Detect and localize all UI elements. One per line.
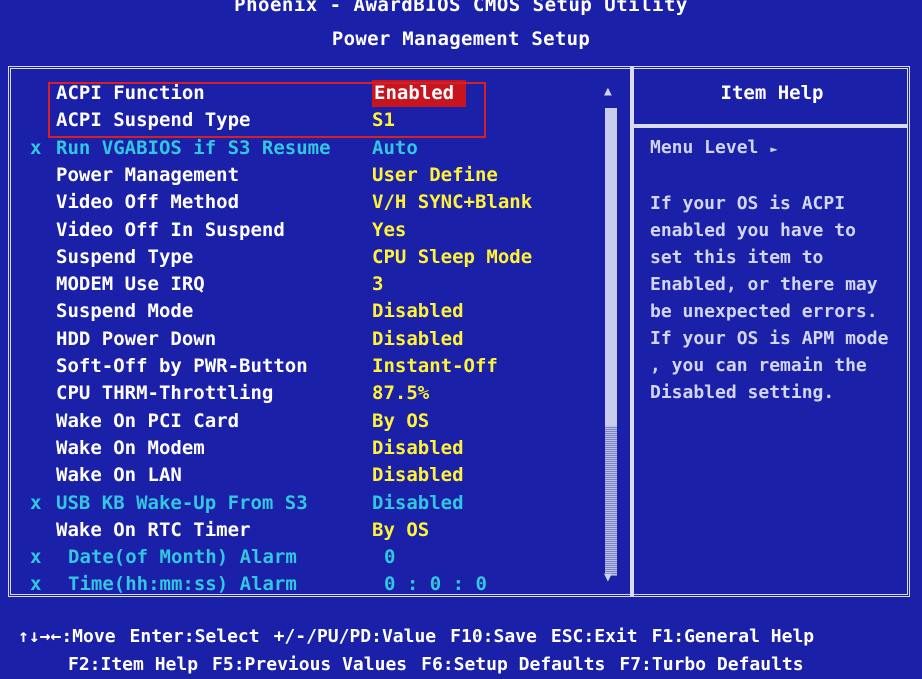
setting-row[interactable]: Soft-Off by PWR-Button Instant-Off [0, 353, 620, 380]
key-hint: F10:Save [450, 626, 537, 647]
setting-label: Run VGABIOS if S3 Resume [56, 136, 331, 159]
key-hint: F5:Previous Values [212, 654, 408, 675]
setting-row: x USB KB Wake-Up From S3 Disabled [0, 490, 620, 517]
setting-row: x Date(of Month) Alarm 0 [0, 544, 620, 571]
scrollbar[interactable]: ▲ ▼ [600, 84, 622, 585]
bios-title: Phoenix - AwardBIOS CMOS Setup Utility [234, 0, 688, 16]
key-hint: +/-/PU/PD:Value [273, 626, 437, 647]
disabled-mark-icon: x [30, 573, 42, 596]
setting-label: Wake On Modem [56, 436, 205, 459]
key-hint: Enter:Select [129, 626, 260, 647]
setting-value: Disabled [372, 491, 464, 514]
setting-label: HDD Power Down [56, 327, 217, 350]
help-line: set this item to [650, 247, 824, 268]
annotation-highlight-box [48, 82, 486, 138]
setting-row[interactable]: Wake On LAN Disabled [0, 462, 620, 489]
page-title: Power Management Setup [331, 28, 591, 50]
help-line: , you can remain the [650, 355, 867, 376]
scroll-down-icon[interactable]: ▼ [604, 570, 612, 585]
setting-label: Power Management [56, 163, 240, 186]
setting-label: Soft-Off by PWR-Button [56, 355, 308, 377]
key-hint: F7:Turbo Defaults [619, 654, 804, 675]
help-line: If your OS is APM mode [650, 328, 889, 349]
item-help-text: If your OS is ACPI enabled you have to set… [650, 190, 912, 406]
setting-row[interactable]: Wake On Modem Disabled [0, 435, 620, 462]
help-line: Enabled, or there may [650, 274, 878, 295]
setting-label: CPU THRM-Throttling [56, 382, 274, 405]
setting-value[interactable]: 3 [372, 271, 383, 298]
disabled-mark-icon: x [30, 136, 42, 159]
setting-label: Wake On LAN [56, 464, 182, 487]
setting-label: Wake On RTC Timer [56, 518, 251, 541]
setting-label: Date(of Month) Alarm [68, 546, 297, 569]
setting-value[interactable]: 87.5% [372, 380, 429, 407]
setting-label: USB KB Wake-Up From S3 [56, 491, 308, 514]
setting-value[interactable]: User Define [372, 162, 498, 189]
setting-value[interactable]: Disabled [372, 326, 464, 353]
key-hint: F2:Item Help [68, 654, 199, 675]
setting-row[interactable]: Power Management User Define [0, 162, 620, 189]
setting-value[interactable]: By OS [372, 408, 429, 435]
key-hint: ↑↓→←:Move [18, 626, 116, 647]
setting-label: Video Off In Suspend [56, 218, 285, 241]
key-hint: F6:Setup Defaults [421, 654, 606, 675]
setting-value[interactable]: Disabled [372, 462, 464, 489]
menu-level-arrow-icon: ► [770, 142, 778, 156]
setting-label: MODEM Use IRQ [56, 273, 205, 296]
setting-row[interactable]: Wake On PCI Card By OS [0, 408, 620, 435]
setting-row[interactable]: MODEM Use IRQ 3 [0, 271, 620, 298]
key-hints-line-1: ↑↓→←:Move Enter:Select +/-/PU/PD:Value F10:… [18, 626, 922, 647]
help-line: enabled you have to [650, 220, 856, 241]
setting-value[interactable]: Instant-Off [372, 353, 498, 380]
setting-row[interactable]: Video Off Method V/H SYNC+Blank [0, 189, 620, 216]
panel-divider [630, 66, 634, 597]
item-help-title: Item Help [720, 82, 824, 104]
setting-value[interactable]: By OS [372, 517, 429, 544]
setting-value[interactable]: V/H SYNC+Blank [372, 189, 532, 216]
key-hint: ESC:Exit [550, 626, 638, 647]
help-line: Disabled setting. [650, 382, 835, 403]
setting-row[interactable]: Video Off In Suspend Yes [0, 217, 620, 244]
setting-value[interactable]: Disabled [372, 435, 464, 462]
setting-value[interactable]: Disabled [372, 298, 464, 325]
bios-header: Phoenix - AwardBIOS CMOS Setup Utility P… [0, 0, 922, 62]
setting-label: Suspend Type [56, 245, 194, 268]
setting-value: 0 : 0 : 0 [384, 573, 487, 596]
help-line: be unexpected errors. [650, 301, 878, 322]
setting-label: Suspend Mode [56, 300, 194, 323]
key-hints-line-2: F2:Item Help F5:Previous Values F6:Setup D… [68, 654, 922, 675]
setting-label: Wake On PCI Card [56, 409, 240, 432]
setting-row[interactable]: HDD Power Down Disabled [0, 326, 620, 353]
scroll-up-icon[interactable]: ▲ [604, 84, 612, 99]
setting-label: Video Off Method [56, 191, 240, 214]
setting-row[interactable]: CPU THRM-Throttling 87.5% [0, 380, 620, 407]
help-line: If your OS is ACPI [650, 193, 846, 214]
menu-level-label: Menu Level [650, 137, 759, 158]
setting-value[interactable]: Yes [372, 217, 406, 244]
setting-value: Auto [372, 136, 418, 159]
disabled-mark-icon: x [30, 546, 42, 569]
key-hint: F1:General Help [651, 626, 815, 647]
setting-row[interactable]: Suspend Type CPU Sleep Mode [0, 244, 620, 271]
setting-row[interactable]: Wake On RTC Timer By OS [0, 517, 620, 544]
menu-level: Menu Level ► [650, 137, 778, 158]
setting-row[interactable]: Suspend Mode Disabled [0, 298, 620, 325]
setting-value[interactable]: CPU Sleep Mode [372, 244, 532, 271]
setting-row: x Time(hh:mm:ss) Alarm 0 : 0 : 0 [0, 571, 620, 598]
setting-value: 0 [384, 546, 396, 569]
scroll-thumb[interactable] [605, 108, 617, 426]
help-title-divider [632, 124, 908, 128]
disabled-mark-icon: x [30, 491, 42, 514]
setting-row: x Run VGABIOS if S3 Resume Auto [0, 135, 620, 162]
setting-label: Time(hh:mm:ss) Alarm [68, 573, 297, 596]
